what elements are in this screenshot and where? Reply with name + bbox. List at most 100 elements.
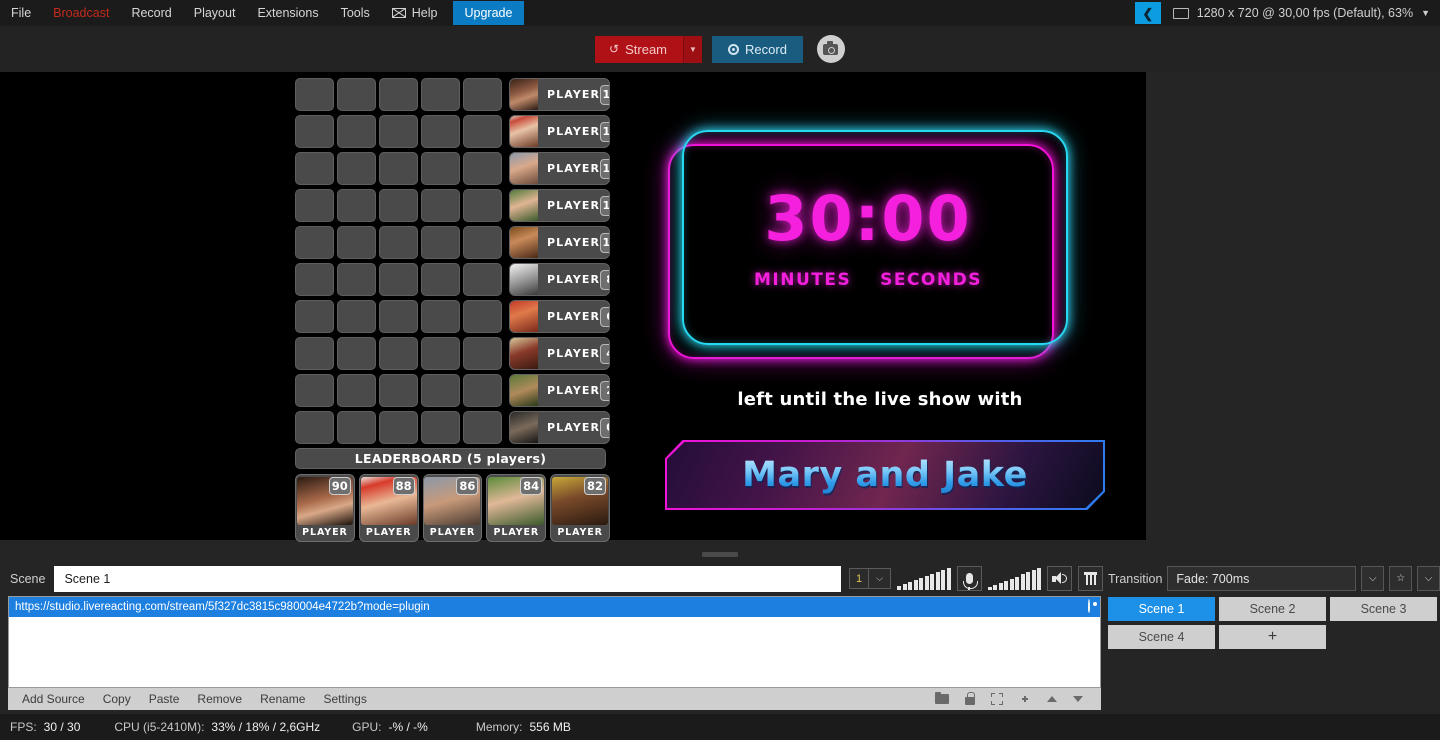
scene-name-input[interactable]: Scene 1 [54, 566, 842, 592]
audio-mixer-button[interactable] [1078, 566, 1103, 591]
scene-button-2[interactable]: Scene 2 [1219, 597, 1326, 621]
countdown-unit-labels: MINUTES SECONDS [668, 270, 1068, 290]
leaderboard-card[interactable]: 84 PLAYER [486, 474, 547, 542]
countdown-timer: 30:00 [764, 182, 972, 255]
lock-button[interactable] [965, 691, 975, 705]
answer-slot [337, 115, 376, 148]
microphone-button[interactable] [956, 566, 982, 591]
player-row[interactable]: PLAYER 10 [295, 226, 610, 259]
player-row[interactable]: PLAYER 4 [295, 337, 610, 370]
scene-buttons: Scene 1 Scene 2 Scene 3 Scene 4 + [1108, 597, 1440, 649]
menu-broadcast[interactable]: Broadcast [42, 2, 120, 24]
player-name: PLAYER [547, 421, 601, 434]
menu-bar: File Broadcast Record Playout Extensions… [0, 0, 1440, 26]
resolution-status[interactable]: 1280 x 720 @ 30,00 fps (Default), 63% [1172, 6, 1421, 20]
leaderboard-card[interactable]: 82 PLAYER [550, 474, 610, 542]
player-row[interactable]: PLAYER 0 [295, 411, 610, 444]
leaderboard-card[interactable]: 90 PLAYER [295, 474, 355, 542]
panel-splitter[interactable] [0, 548, 1440, 560]
share-icon[interactable]: ❮ [1134, 2, 1161, 24]
player-card[interactable]: PLAYER 12 [509, 189, 610, 222]
scene-button-3[interactable]: Scene 3 [1330, 597, 1437, 621]
remove-button[interactable]: Remove [189, 689, 250, 709]
player-row[interactable]: PLAYER 6 [295, 300, 610, 333]
player-card[interactable]: PLAYER 10 [509, 226, 610, 259]
answer-slot [463, 374, 502, 407]
desktop-level-meter[interactable] [987, 567, 1041, 590]
avatar [510, 264, 538, 295]
player-card[interactable]: PLAYER 14 [509, 152, 610, 185]
leaderboard-title: LEADERBOARD (5 players) [295, 448, 606, 469]
player-card[interactable]: PLAYER 8 [509, 263, 610, 296]
stream-dropdown-button[interactable]: ▼ [684, 35, 703, 63]
player-card[interactable]: PLAYER 0 [509, 411, 610, 444]
copy-button[interactable]: Copy [95, 689, 139, 709]
player-card[interactable]: PLAYER 2 [509, 374, 610, 407]
avatar [510, 301, 538, 332]
star-icon[interactable]: ☆ [1389, 566, 1413, 591]
transition-dropdown-button[interactable]: ⌵ [1361, 566, 1385, 591]
cpu-label: CPU (i5-2410M): [114, 720, 205, 734]
visibility-toggle[interactable] [1088, 599, 1090, 613]
scene-index-stepper[interactable]: 1 ⌵ [849, 568, 891, 589]
fps-label: FPS: [10, 720, 37, 734]
menu-record[interactable]: Record [120, 2, 182, 24]
answer-slot [379, 115, 418, 148]
leaderboard-card[interactable]: 88 PLAYER [358, 474, 419, 542]
folder-button[interactable] [935, 691, 949, 704]
menu-extensions[interactable]: Extensions [246, 2, 329, 24]
player-score: 4 [600, 343, 609, 364]
menu-upgrade[interactable]: Upgrade [452, 1, 525, 25]
move-up-button[interactable] [1047, 696, 1057, 702]
collapse-button[interactable] [1019, 693, 1031, 705]
answer-slot [421, 115, 460, 148]
sources-list[interactable]: https://studio.livereacting.com/stream/5… [8, 596, 1101, 688]
player-score: 14 [600, 158, 609, 179]
menu-help[interactable]: Help [381, 2, 449, 24]
lock-icon [965, 691, 975, 705]
player-row[interactable]: PLAYER 8 [295, 263, 610, 296]
move-down-button[interactable] [1073, 696, 1083, 702]
player-score: 0 [600, 417, 609, 438]
menu-tools[interactable]: Tools [330, 2, 381, 24]
mic-level-meter[interactable] [897, 567, 951, 590]
answer-slot [379, 78, 418, 111]
speaker-button[interactable] [1047, 566, 1072, 591]
avatar [510, 79, 538, 110]
player-card[interactable]: PLAYER 16 [509, 115, 610, 148]
player-card[interactable]: PLAYER 6 [509, 300, 610, 333]
record-button[interactable]: Record [712, 35, 803, 63]
rename-button[interactable]: Rename [252, 689, 313, 709]
player-row[interactable]: PLAYER 16 [295, 115, 610, 148]
menu-file[interactable]: File [0, 2, 42, 24]
source-list-item[interactable]: https://studio.livereacting.com/stream/5… [9, 597, 1100, 617]
player-card[interactable]: PLAYER 4 [509, 337, 610, 370]
scene-button-1[interactable]: Scene 1 [1108, 597, 1215, 621]
preview-area: PLAYER 18 PLAYER 16 PLAY [0, 72, 1440, 548]
chevron-down-icon[interactable]: ⌵ [869, 568, 891, 589]
expand-button[interactable] [991, 693, 1003, 705]
scene-button-4[interactable]: Scene 4 [1108, 625, 1215, 649]
player-row[interactable]: PLAYER 18 [295, 78, 610, 111]
program-canvas[interactable]: PLAYER 18 PLAYER 16 PLAY [0, 72, 1146, 542]
snapshot-button[interactable] [816, 35, 845, 63]
menu-playout[interactable]: Playout [183, 2, 247, 24]
transition-options-button[interactable]: ⌵ [1417, 566, 1440, 591]
player-row[interactable]: PLAYER 14 [295, 152, 610, 185]
eye-icon [1088, 599, 1090, 613]
player-row[interactable]: PLAYER 2 [295, 374, 610, 407]
chevron-down-icon[interactable]: ▼ [1421, 8, 1440, 18]
transition-select[interactable]: Fade: 700ms [1167, 566, 1357, 591]
splitter-grip[interactable] [702, 551, 738, 557]
avatar [510, 227, 538, 258]
avatar [510, 338, 538, 369]
player-card[interactable]: PLAYER 18 [509, 78, 610, 111]
player-score: 18 [600, 84, 609, 105]
add-scene-button[interactable]: + [1219, 625, 1326, 649]
add-source-button[interactable]: Add Source [14, 689, 93, 709]
leaderboard-card[interactable]: 86 PLAYER [422, 474, 483, 542]
stream-button[interactable]: ↺ Stream [595, 35, 685, 63]
paste-button[interactable]: Paste [141, 689, 188, 709]
settings-button[interactable]: Settings [315, 689, 374, 709]
player-row[interactable]: PLAYER 12 [295, 189, 610, 222]
